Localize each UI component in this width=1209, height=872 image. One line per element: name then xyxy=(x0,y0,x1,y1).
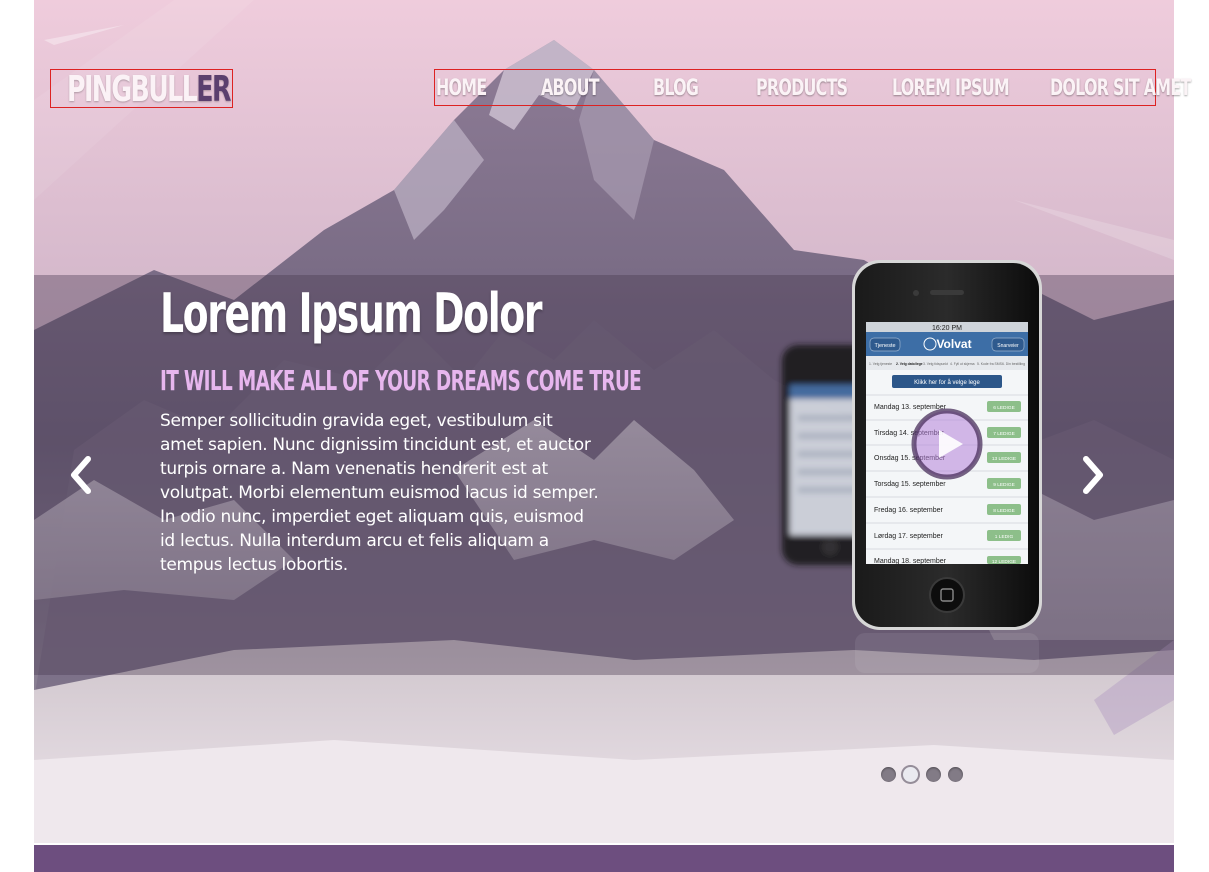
phone-time: 16:20 PM xyxy=(932,325,962,332)
nav-item-lorem-ipsum[interactable]: LOREM IPSUM xyxy=(892,76,1010,101)
main-nav: HOME ABOUT BLOG PRODUCTS LOREM IPSUM DOL… xyxy=(434,69,1191,106)
svg-text:6 LEDIGE: 6 LEDIGE xyxy=(993,405,1015,411)
svg-text:5. Kode fra SMS: 5. Kode fra SMS xyxy=(977,362,1003,366)
play-icon xyxy=(911,408,983,480)
svg-text:Tjeneste: Tjeneste xyxy=(874,343,895,349)
svg-text:Mandag 18. september: Mandag 18. september xyxy=(874,558,947,565)
carousel-dots xyxy=(880,767,966,783)
svg-text:Volvat: Volvat xyxy=(936,337,971,351)
svg-text:Snarveier: Snarveier xyxy=(997,343,1019,349)
carousel-dot-3[interactable] xyxy=(926,767,941,782)
svg-text:6. Din bestilling: 6. Din bestilling xyxy=(1002,362,1025,366)
video-play-button[interactable] xyxy=(911,408,983,480)
svg-text:Torsdag 15. september: Torsdag 15. september xyxy=(874,481,946,488)
svg-text:8 LEDIGE: 8 LEDIGE xyxy=(993,508,1015,514)
nav-item-products[interactable]: PRODUCTS xyxy=(756,76,848,101)
chevron-right-icon xyxy=(1083,456,1103,494)
svg-text:Fredag 16. september: Fredag 16. september xyxy=(874,507,944,514)
svg-text:12 LEDIGE: 12 LEDIGE xyxy=(992,559,1016,565)
carousel-dot-1[interactable] xyxy=(881,767,896,782)
svg-text:13 LEDIGE: 13 LEDIGE xyxy=(992,456,1016,462)
svg-text:2. Velg dato/lege: 2. Velg dato/lege xyxy=(896,362,923,366)
nav-item-home[interactable]: HOME xyxy=(436,76,487,101)
slide-headline: Lorem Ipsum Dolor xyxy=(160,282,542,345)
chevron-left-icon xyxy=(71,456,91,494)
logo-text: PINGBULLER xyxy=(67,69,231,110)
svg-text:3. Velg tidspunkt: 3. Velg tidspunkt xyxy=(923,362,948,366)
carousel-dot-2[interactable] xyxy=(903,767,918,782)
svg-text:9 LEDIGE: 9 LEDIGE xyxy=(993,482,1015,488)
slide-subheadline: IT WILL MAKE ALL OF YOUR DREAMS COME TRU… xyxy=(160,364,642,397)
brand-logo[interactable]: PINGBULLER xyxy=(50,69,233,110)
slide-body-text: Semper sollicitudin gravida eget, vestib… xyxy=(160,411,599,575)
phone-illustration: 16:20 PM Tjeneste Volvat Snarveier 1. Ve… xyxy=(770,255,1050,675)
carousel-next-button[interactable] xyxy=(1076,453,1110,497)
svg-text:1 LEDIG: 1 LEDIG xyxy=(995,534,1014,540)
footer-bar xyxy=(34,845,1174,872)
nav-item-dolor-sit-amet[interactable]: DOLOR SIT AMET xyxy=(1050,76,1191,101)
svg-text:4. Fyll ut skjema: 4. Fyll ut skjema xyxy=(950,362,975,366)
svg-text:1. Velg tjeneste: 1. Velg tjeneste xyxy=(869,362,892,366)
carousel-dot-4[interactable] xyxy=(948,767,963,782)
svg-text:Klikk her for å velge lege: Klikk her for å velge lege xyxy=(914,379,980,386)
svg-text:Lørdag 17. september: Lørdag 17. september xyxy=(874,533,944,540)
svg-text:7 LEDIGE: 7 LEDIGE xyxy=(993,431,1015,437)
carousel-prev-button[interactable] xyxy=(64,453,98,497)
nav-item-blog[interactable]: BLOG xyxy=(653,76,699,101)
nav-item-about[interactable]: ABOUT xyxy=(541,76,600,101)
